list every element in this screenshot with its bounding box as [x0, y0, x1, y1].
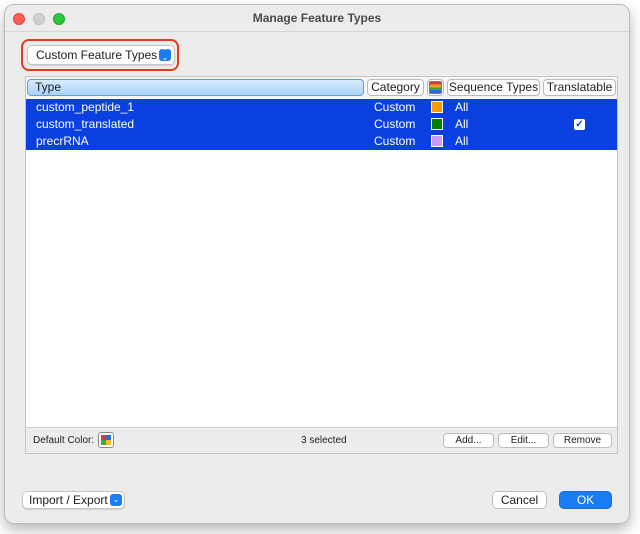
import-export-label: Import / Export: [29, 493, 108, 507]
edit-button[interactable]: Edit...: [498, 433, 549, 448]
manage-feature-types-dialog: Manage Feature Types Custom Feature Type…: [4, 4, 630, 524]
chevron-down-icon: ⌄: [110, 494, 122, 506]
table-footer: Default Color: 3 selected Add... Edit...…: [26, 427, 617, 453]
translatable-checkbox[interactable]: ✓: [574, 119, 585, 130]
row-sequence-types: All: [455, 117, 469, 131]
row-category: Custom: [374, 117, 416, 131]
row-sequence-types: All: [455, 100, 469, 114]
row-category: Custom: [374, 100, 416, 114]
title-bar: Manage Feature Types: [5, 5, 629, 32]
row-color-swatch[interactable]: [431, 101, 443, 113]
table-row[interactable]: precrRNA Custom All: [26, 133, 617, 150]
feature-type-filter-popup[interactable]: Custom Feature Types ⌃ ⌄: [27, 45, 175, 65]
table-body: custom_peptide_1 Custom All custom_trans…: [26, 99, 617, 150]
selection-count: 3 selected: [301, 435, 347, 446]
add-button[interactable]: Add...: [443, 433, 494, 448]
import-export-popup[interactable]: Import / Export ⌄: [22, 491, 125, 509]
row-sequence-types: All: [455, 134, 469, 148]
column-header-type[interactable]: Type: [27, 79, 364, 96]
column-header-sequence-types[interactable]: Sequence Types: [447, 79, 540, 96]
window-title: Manage Feature Types: [252, 11, 382, 25]
row-type: custom_translated: [36, 117, 135, 131]
row-color-swatch[interactable]: [431, 118, 443, 130]
cancel-button[interactable]: Cancel: [492, 491, 547, 509]
column-header-category[interactable]: Category: [367, 79, 424, 96]
feature-type-filter-value: Custom Feature Types: [36, 48, 158, 62]
ok-button[interactable]: OK: [559, 491, 612, 509]
table-row[interactable]: custom_peptide_1 Custom All: [26, 99, 617, 116]
chevron-updown-icon: ⌃ ⌄: [159, 48, 171, 62]
table-header: Type Category Sequence Types Translatabl…: [26, 77, 617, 98]
color-palette-icon: [429, 81, 442, 94]
table-row[interactable]: custom_translated Custom All ✓: [26, 116, 617, 133]
row-color-swatch[interactable]: [431, 135, 443, 147]
column-header-color[interactable]: [427, 79, 444, 96]
row-type: custom_peptide_1: [36, 100, 135, 114]
default-color-button[interactable]: [98, 432, 114, 448]
remove-button[interactable]: Remove: [553, 433, 612, 448]
column-header-translatable[interactable]: Translatable: [543, 79, 616, 96]
feature-types-table: Type Category Sequence Types Translatabl…: [25, 76, 618, 454]
color-grid-icon: [101, 435, 111, 445]
row-category: Custom: [374, 134, 416, 148]
default-color-label: Default Color:: [33, 435, 95, 446]
row-type: precrRNA: [36, 134, 89, 148]
